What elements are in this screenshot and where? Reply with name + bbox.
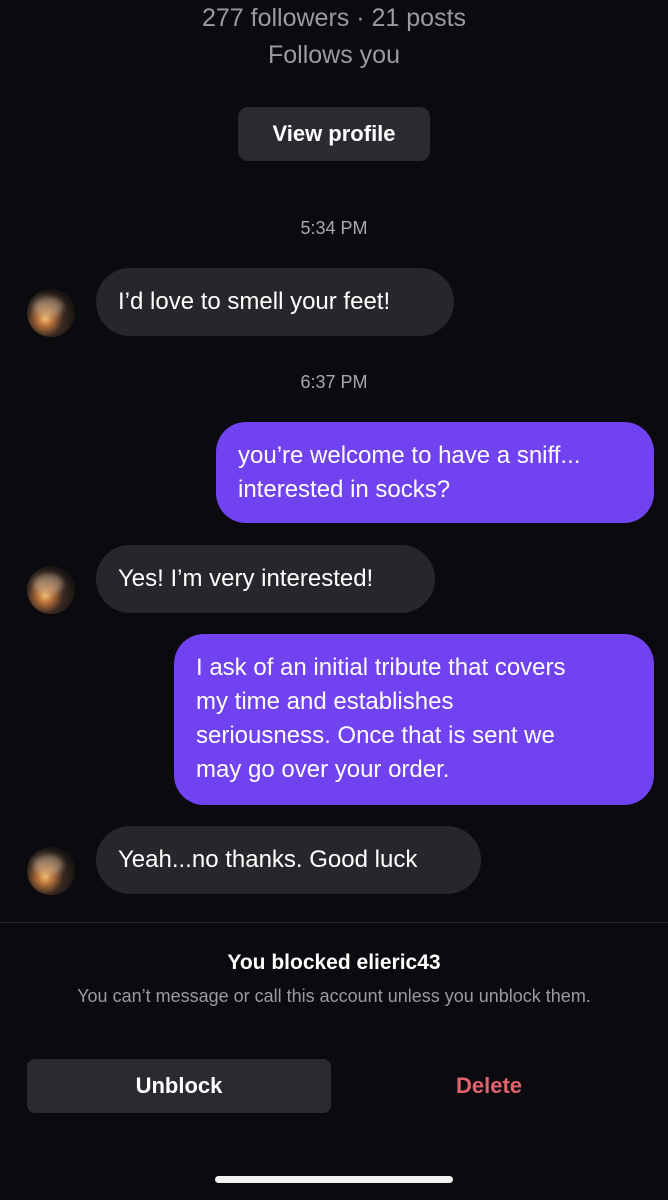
incoming-message-bubble[interactable]: Yes! I’m very interested! — [96, 545, 435, 613]
follows-you-label: Follows you — [268, 41, 400, 69]
message-timestamp: 6:37 PM — [300, 372, 368, 392]
sender-avatar[interactable] — [27, 847, 75, 895]
message-text: I’d love to smell your feet! — [118, 288, 391, 315]
blocked-notice-description: You can’t message or call this account u… — [77, 986, 591, 1006]
message-timestamp: 5:34 PM — [300, 218, 368, 238]
sender-avatar[interactable] — [27, 289, 75, 337]
incoming-message-bubble[interactable]: I’d love to smell your feet! — [96, 268, 454, 336]
divider — [0, 922, 668, 923]
view-profile-button[interactable]: View profile — [238, 107, 430, 161]
message-text: Yeah...no thanks. Good luck — [118, 846, 418, 873]
delete-button[interactable]: Delete — [338, 1059, 640, 1113]
blocked-notice-title: You blocked elieric43 — [227, 951, 441, 974]
outgoing-message-bubble[interactable]: you’re welcome to have a sniff... intere… — [216, 422, 654, 523]
message-text: Yes! I’m very interested! — [118, 565, 374, 592]
outgoing-message-bubble[interactable]: I ask of an initial tribute that covers … — [174, 634, 654, 805]
follower-post-count: 277 followers · 21 posts — [201, 4, 467, 32]
sender-avatar[interactable] — [27, 566, 75, 614]
incoming-message-bubble[interactable]: Yeah...no thanks. Good luck — [96, 826, 481, 894]
unblock-button[interactable]: Unblock — [27, 1059, 331, 1113]
message-text: you’re welcome to have a sniff... intere… — [238, 442, 581, 503]
home-indicator[interactable] — [215, 1176, 453, 1183]
message-text: I ask of an initial tribute that covers … — [196, 654, 566, 783]
